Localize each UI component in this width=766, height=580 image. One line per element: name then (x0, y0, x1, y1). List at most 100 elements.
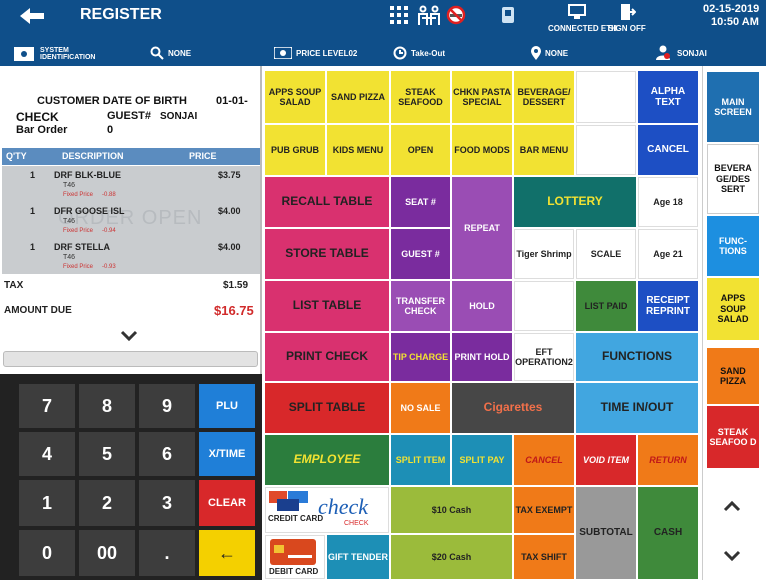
split-item-button[interactable]: SPLIT ITEM (391, 435, 450, 485)
key-5[interactable]: 5 (78, 431, 136, 477)
xtime-button[interactable]: X/TIME (198, 431, 256, 477)
recall-table-button[interactable]: RECALL TABLE (265, 177, 389, 227)
guest-label: GUEST# (107, 110, 152, 122)
chevron-down-icon[interactable] (120, 330, 138, 342)
print-hold-button[interactable]: PRINT HOLD (452, 333, 512, 381)
credit-check-button[interactable]: CREDIT CARD check CHECK (265, 487, 389, 533)
scale-button[interactable]: SCALE (576, 229, 636, 279)
system-identification[interactable]: SYSTEM IDENTIFICATION (40, 47, 100, 62)
transfer-check-button[interactable]: TRANSFER CHECK (391, 281, 450, 331)
lottery-button[interactable]: LOTTERY (514, 177, 636, 227)
split-pay-button[interactable]: SPLIT PAY (452, 435, 512, 485)
food-mods-button[interactable]: FOOD MODS (452, 125, 512, 175)
key-1[interactable]: 1 (18, 479, 76, 527)
printer-icon[interactable] (500, 5, 518, 25)
print-check-button[interactable]: PRINT CHECK (265, 333, 389, 381)
list-table-button[interactable]: LIST TABLE (265, 281, 389, 331)
sign-off-button[interactable]: SIGN OFF (608, 24, 646, 33)
sand-pizza-button[interactable]: SAND PIZZA (327, 71, 389, 123)
chevron-down-sidebar-icon[interactable] (723, 550, 741, 562)
entry-display[interactable] (3, 351, 258, 367)
time-in-out-button[interactable]: TIME IN/OUT (576, 383, 698, 433)
tax-exempt-button[interactable]: TAX EXEMPT (514, 487, 574, 533)
bar-menu-button[interactable]: BAR MENU (514, 125, 574, 175)
list-item[interactable]: 1 DFR GOOSE ISL $4.00 T46 Fixed Price -0… (2, 204, 260, 240)
cash-20-button[interactable]: $20 Cash (391, 535, 512, 579)
age-21-button[interactable]: Age 21 (638, 229, 698, 279)
seat-button[interactable]: SEAT # (391, 177, 450, 227)
grid-icon[interactable] (390, 6, 408, 24)
beverage-dessert-button[interactable]: BEVERAGE/ DESSERT (514, 71, 574, 123)
guest-name: SONJAI (160, 111, 198, 122)
cigarettes-button[interactable]: Cigarettes (452, 383, 574, 433)
cash-10-button[interactable]: $10 Cash (391, 487, 512, 533)
sidebar-apps-button[interactable]: APPS SOUP SALAD (707, 278, 759, 340)
kids-menu-button[interactable]: KIDS MENU (327, 125, 389, 175)
sign-off-icon[interactable] (620, 3, 636, 21)
key-4[interactable]: 4 (18, 431, 76, 477)
col-qty: Q'TY (6, 151, 27, 161)
split-table-button[interactable]: SPLIT TABLE (265, 383, 389, 433)
alpha-text-button[interactable]: ALPHA TEXT (638, 71, 698, 123)
price-level[interactable]: PRICE LEVEL02 (296, 49, 357, 58)
key-8[interactable]: 8 (78, 383, 136, 429)
order-type[interactable]: Take-Out (411, 49, 445, 58)
return-button[interactable]: RETURN (638, 435, 698, 485)
key-9[interactable]: 9 (138, 383, 196, 429)
clear-button[interactable]: CLEAR (198, 479, 256, 527)
pub-grub-button[interactable]: PUB GRUB (265, 125, 325, 175)
no-sale-button[interactable]: NO SALE (391, 383, 450, 433)
key-0[interactable]: 0 (18, 529, 76, 577)
table-service-icon[interactable] (418, 5, 440, 25)
open-button[interactable]: OPEN (391, 125, 450, 175)
key-00[interactable]: 00 (78, 529, 136, 577)
debit-card-button[interactable]: DEBIT CARD (265, 535, 325, 579)
apps-soup-salad-button[interactable]: APPS SOUP SALAD (265, 71, 325, 123)
key-decimal[interactable]: . (138, 529, 196, 577)
cash-button[interactable]: CASH (638, 487, 698, 579)
tip-charge-button[interactable]: TIP CHARGE (391, 333, 450, 381)
enter-button[interactable]: ← (198, 529, 256, 577)
plu-button[interactable]: PLU (198, 383, 256, 429)
list-paid-button[interactable]: LIST PAID (576, 281, 636, 331)
functions-button[interactable]: FUNCTIONS (576, 333, 698, 381)
sidebar-functions-button[interactable]: FUNC- TIONS (707, 216, 759, 276)
sidebar-beverage-button[interactable]: BEVERA GE/DES SERT (707, 144, 759, 214)
eft-operation-button[interactable]: EFT OPERATION2 (514, 333, 574, 381)
steak-seafood-button[interactable]: STEAK SEAFOOD (391, 71, 450, 123)
receipt-reprint-button[interactable]: RECEIPT REPRINT (638, 281, 698, 331)
key-6[interactable]: 6 (138, 431, 196, 477)
dob-value: 01-01- (216, 95, 248, 107)
cancel-item-button[interactable]: CANCEL (514, 435, 574, 485)
tiger-shrimp-button[interactable]: Tiger Shrimp (514, 229, 574, 279)
list-item[interactable]: 1 DRF STELLA $4.00 T46 Fixed Price -0.93 (2, 240, 260, 274)
chkn-pasta-button[interactable]: CHKN PASTA SPECIAL (452, 71, 512, 123)
back-arrow-icon[interactable] (18, 6, 46, 26)
key-7[interactable]: 7 (18, 383, 76, 429)
store-table-button[interactable]: STORE TABLE (265, 229, 389, 279)
age-18-button[interactable]: Age 18 (638, 177, 698, 227)
subtotal-button[interactable]: SUBTOTAL (576, 487, 636, 579)
empty-cell (576, 71, 636, 123)
gift-tender-button[interactable]: GIFT TENDER (327, 535, 389, 579)
guest-button[interactable]: GUEST # (391, 229, 450, 279)
amount-due-value: $16.75 (214, 303, 254, 318)
hold-button[interactable]: HOLD (452, 281, 512, 331)
chevron-up-icon[interactable] (723, 500, 741, 512)
empty-cell (576, 125, 636, 175)
sidebar-sand-pizza-button[interactable]: SAND PIZZA (707, 348, 759, 404)
search-icon[interactable] (150, 46, 164, 60)
repeat-button[interactable]: REPEAT (452, 177, 512, 279)
key-2[interactable]: 2 (78, 479, 136, 527)
list-item[interactable]: 1 DRF BLK-BLUE $3.75 T46 Fixed Price -0.… (2, 168, 260, 204)
key-3[interactable]: 3 (138, 479, 196, 527)
tax-shift-button[interactable]: TAX SHIFT (514, 535, 574, 579)
page-title: REGISTER (80, 6, 162, 23)
sidebar-steak-button[interactable]: STEAK SEAFOO D (707, 406, 759, 468)
no-smoking-icon[interactable] (446, 5, 466, 25)
main-screen-button[interactable]: MAIN SCREEN (707, 72, 759, 142)
cancel-button[interactable]: CANCEL (638, 125, 698, 175)
void-item-button[interactable]: VOID ITEM (576, 435, 636, 485)
credit-card-icon (269, 491, 309, 511)
employee-button[interactable]: EMPLOYEE (265, 435, 389, 485)
